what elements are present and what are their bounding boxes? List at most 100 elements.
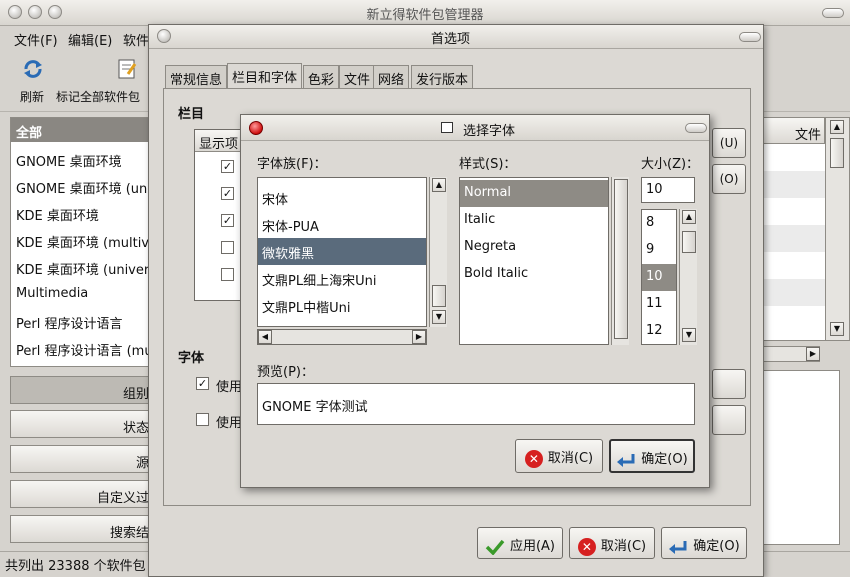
- filter-custom-button[interactable]: 自定义过: [10, 480, 150, 508]
- list-item[interactable]: Multimedia: [16, 286, 149, 301]
- list-item[interactable]: Perl 程序设计语言: [16, 313, 149, 332]
- table-row[interactable]: [763, 252, 825, 279]
- table-row[interactable]: [763, 306, 825, 333]
- table-header-files[interactable]: 文件: [795, 124, 821, 143]
- list-item[interactable]: 12: [642, 318, 676, 344]
- apply-button[interactable]: 应用(A): [477, 527, 563, 559]
- list-item[interactable]: Italic: [460, 207, 608, 234]
- font-chooser-pill[interactable]: [685, 123, 707, 133]
- use-font-checkbox-1[interactable]: ✓: [196, 377, 209, 390]
- list-item-selected[interactable]: 10: [642, 264, 676, 291]
- scroll-thumb[interactable]: [830, 138, 844, 168]
- font-chooser-close-icon[interactable]: [249, 121, 263, 135]
- font-ok-button[interactable]: 确定(O): [609, 439, 695, 473]
- move-up-button[interactable]: (U): [712, 128, 746, 158]
- category-header[interactable]: 全部: [11, 118, 149, 142]
- font-button-2[interactable]: [712, 405, 746, 435]
- reload-button[interactable]: 刷新: [16, 56, 52, 108]
- scroll-left-arrow[interactable]: ◀: [258, 330, 272, 344]
- font-cancel-button[interactable]: ✕ 取消(C): [515, 439, 603, 473]
- font-chooser-title: 选择字体: [463, 124, 516, 139]
- menu-edit[interactable]: 编辑(E): [68, 30, 112, 49]
- use-font-checkbox-2[interactable]: [196, 413, 209, 426]
- tab-distribution[interactable]: 发行版本: [411, 65, 474, 89]
- pref-ok-button[interactable]: 确定(O): [661, 527, 747, 559]
- menu-file[interactable]: 文件(F): [14, 30, 58, 49]
- list-item[interactable]: GNOME 桌面环境: [16, 151, 149, 170]
- mark-all-button[interactable]: 标记全部软件包: [56, 56, 150, 108]
- scroll-down-arrow[interactable]: ▼: [682, 328, 696, 342]
- filter-sections-button[interactable]: 组别: [10, 376, 150, 404]
- move-down-button[interactable]: (O): [712, 164, 746, 194]
- scroll-down-arrow[interactable]: ▼: [830, 322, 844, 336]
- table-row[interactable]: [763, 225, 825, 252]
- menu-package[interactable]: 软件: [123, 30, 149, 49]
- table-vscrollbar[interactable]: ▲ ▼: [825, 118, 849, 340]
- size-vscrollbar[interactable]: ▲ ▼: [679, 209, 697, 345]
- scroll-up-arrow[interactable]: ▲: [682, 210, 696, 224]
- pref-cancel-button[interactable]: ✕ 取消(C): [569, 527, 655, 559]
- hscroll-right-arrow[interactable]: ▶: [806, 347, 820, 361]
- family-vscrollbar[interactable]: ▲ ▼: [429, 177, 447, 327]
- style-label: 样式(S)：: [459, 157, 517, 172]
- tab-colors[interactable]: 色彩: [303, 65, 340, 89]
- scroll-thumb[interactable]: [682, 231, 696, 253]
- column-checkbox[interactable]: ✓: [221, 214, 234, 227]
- scroll-right-arrow[interactable]: ▶: [412, 330, 426, 344]
- list-item[interactable]: Negreta: [460, 234, 608, 261]
- list-item[interactable]: Perl 程序设计语言 (mu: [16, 340, 149, 359]
- package-details-pane: [762, 370, 840, 545]
- style-vscrollbar[interactable]: [611, 177, 629, 345]
- pref-pill-button[interactable]: [739, 32, 761, 42]
- column-checkbox[interactable]: ✓: [221, 160, 234, 173]
- list-item[interactable]: 宋体-PUA: [258, 211, 426, 238]
- pref-cancel-label: 取消(C): [600, 539, 647, 554]
- preview-text-field[interactable]: GNOME 字体测试: [257, 383, 695, 425]
- list-item[interactable]: 宋体: [258, 184, 426, 211]
- columns-section-label: 栏目: [178, 107, 205, 122]
- table-row[interactable]: [763, 144, 825, 171]
- cancel-icon: ✕: [577, 537, 596, 556]
- use-font-label-1: 使用: [216, 380, 243, 395]
- tab-general[interactable]: 常规信息: [165, 65, 228, 89]
- column-checkbox[interactable]: ✓: [221, 187, 234, 200]
- size-input[interactable]: 10: [641, 177, 695, 203]
- list-item[interactable]: 8: [642, 210, 676, 237]
- scroll-thumb[interactable]: [432, 285, 446, 307]
- scroll-down-arrow[interactable]: ▼: [432, 310, 446, 324]
- pref-close-button[interactable]: [157, 29, 171, 43]
- table-row[interactable]: [763, 171, 825, 198]
- list-item-selected[interactable]: 微软雅黑: [258, 238, 426, 265]
- family-label: 字体族(F)：: [257, 157, 327, 172]
- tab-network[interactable]: 网络: [373, 65, 410, 89]
- list-item[interactable]: 文鼎PL中楷Uni: [258, 292, 426, 319]
- category-list: 全部 GNOME 桌面环境 GNOME 桌面环境 (un KDE 桌面环境 KD…: [10, 117, 150, 367]
- tab-files[interactable]: 文件: [339, 65, 376, 89]
- list-item[interactable]: Bold Italic: [460, 261, 608, 288]
- list-item[interactable]: 11: [642, 291, 676, 318]
- list-item[interactable]: 文鼎PL细上海宋Uni: [258, 265, 426, 292]
- family-hscrollbar[interactable]: ◀ ▶: [257, 329, 427, 345]
- window-pill-button[interactable]: [822, 8, 844, 18]
- main-titlebar: 新立得软件包管理器: [0, 0, 850, 26]
- tab-columns-fonts[interactable]: 栏目和字体: [227, 63, 303, 89]
- column-checkbox[interactable]: [221, 241, 234, 254]
- list-item[interactable]: GNOME 桌面环境 (un: [16, 178, 149, 197]
- list-item[interactable]: KDE 桌面环境: [16, 205, 149, 224]
- list-item[interactable]: 9: [642, 237, 676, 264]
- scroll-up-arrow[interactable]: ▲: [830, 120, 844, 134]
- filter-origin-button[interactable]: 源: [10, 445, 150, 473]
- preview-label: 预览(P)：: [257, 365, 314, 380]
- list-item[interactable]: KDE 桌面环境 (univers: [16, 259, 149, 278]
- scroll-thumb[interactable]: [614, 179, 628, 339]
- filter-search-button[interactable]: 搜索结: [10, 515, 150, 543]
- font-button-1[interactable]: [712, 369, 746, 399]
- scroll-up-arrow[interactable]: ▲: [432, 178, 446, 192]
- package-table: 文件 ▲ ▼: [762, 117, 850, 341]
- list-item-selected[interactable]: Normal: [460, 180, 608, 207]
- table-row[interactable]: [763, 279, 825, 306]
- list-item[interactable]: KDE 桌面环境 (multive: [16, 232, 149, 251]
- filter-status-button[interactable]: 状态: [10, 410, 150, 438]
- table-row[interactable]: [763, 198, 825, 225]
- column-checkbox[interactable]: [221, 268, 234, 281]
